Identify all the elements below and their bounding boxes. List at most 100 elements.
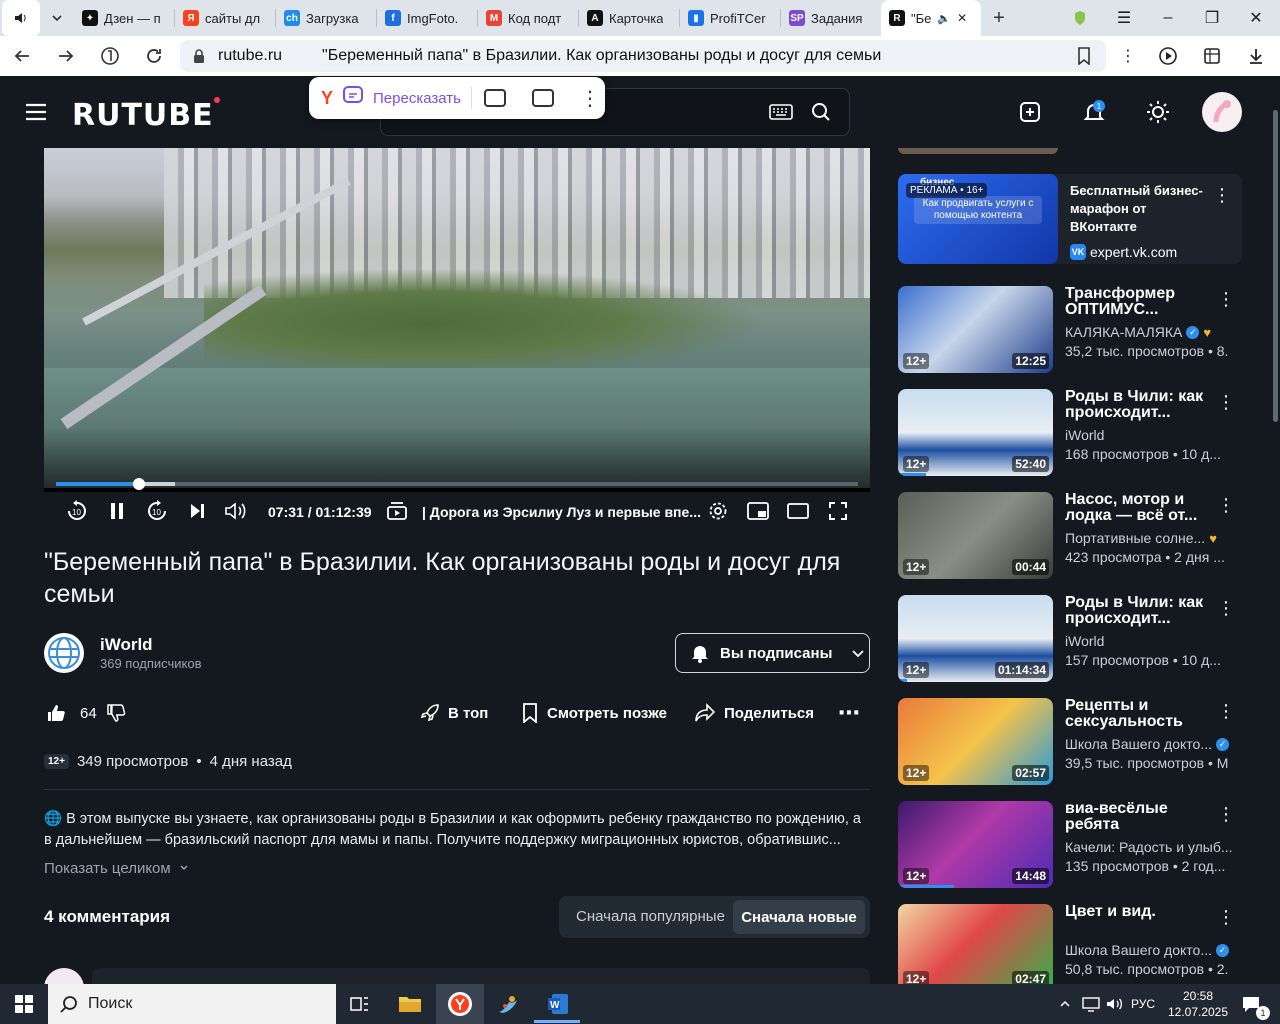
back-button[interactable]	[0, 36, 44, 76]
browser-tab[interactable]: f ImgFoto.	[377, 0, 477, 36]
recommendation-card[interactable]: 12+ 01:14:34 Роды в Чили: как происходит..…	[898, 595, 1248, 685]
recommendation-title[interactable]: Роды в Чили: как происходит...	[1065, 595, 1215, 627]
ad-card[interactable]: бизнес Как продвигать услуги с помощью к…	[898, 174, 1242, 264]
browser-tab[interactable]: M Код подт	[478, 0, 578, 36]
previous-recommendation-thumb[interactable]	[898, 148, 1058, 154]
recommendation-card[interactable]: 12+ 00:44 Насос, мотор и лодка — всё от...…	[898, 492, 1248, 582]
paint-icon[interactable]	[484, 984, 532, 1024]
media-play-icon[interactable]	[1146, 36, 1190, 76]
theater-mode-icon[interactable]	[786, 496, 810, 526]
recommendation-thumbnail[interactable]: 12+ 01:14:34	[898, 595, 1053, 682]
page-menu-icon[interactable]: ⋮	[1106, 36, 1150, 76]
tab-audio-icon[interactable]	[2, 0, 40, 36]
picture-in-picture-icon[interactable]	[531, 89, 554, 107]
video-frame[interactable]	[44, 148, 870, 490]
recommendation-card[interactable]: 12+ 52:40 Роды в Чили: как происходит... iW…	[898, 389, 1248, 479]
recommendation-thumbnail[interactable]: 12+ 02:57	[898, 698, 1053, 785]
taskbar-search-input[interactable]: Поиск	[48, 984, 336, 1024]
retell-button[interactable]: Пересказать	[373, 90, 461, 107]
rewind-10-icon[interactable]: 10	[64, 496, 90, 526]
subtitles-icon[interactable]	[483, 89, 506, 107]
settings-gear-icon[interactable]	[706, 496, 730, 526]
recommendation-channel[interactable]: iWorld	[1065, 633, 1245, 649]
share-button[interactable]: Поделиться	[694, 700, 814, 726]
extensions-icon[interactable]	[1190, 36, 1234, 76]
task-view-icon[interactable]	[336, 984, 384, 1024]
show-all-button[interactable]: Показать целиком	[44, 860, 189, 877]
like-button[interactable]: 64	[46, 700, 97, 726]
browser-menu-icon[interactable]: ☰	[1102, 0, 1146, 36]
forward-10-icon[interactable]: 10	[144, 496, 170, 526]
browser-tab[interactable]: SP Задания	[781, 0, 881, 36]
channel-avatar[interactable]	[44, 633, 84, 673]
upload-icon[interactable]	[1016, 98, 1044, 126]
ad-more-icon[interactable]: ⋮	[1213, 184, 1231, 206]
channel-name[interactable]: iWorld	[100, 635, 153, 655]
speaker-icon[interactable]	[1104, 984, 1126, 1024]
chapters-icon[interactable]	[384, 496, 410, 526]
next-video-icon[interactable]	[184, 496, 210, 526]
browser-tab[interactable]: ✦ Дзен — п	[74, 0, 174, 36]
recommendation-more-icon[interactable]: ⋮	[1217, 803, 1235, 825]
forward-button[interactable]	[44, 36, 88, 76]
minimize-button[interactable]: –	[1146, 0, 1190, 36]
progress-scrub-handle[interactable]	[132, 478, 145, 490]
subscribe-button[interactable]: Вы подписаны	[675, 633, 870, 673]
user-avatar[interactable]	[1202, 92, 1242, 132]
yandex-browser-taskbar-icon[interactable]	[436, 984, 484, 1024]
to-top-button[interactable]: В топ	[420, 700, 488, 726]
recommendation-title[interactable]: виа-весёлые ребята	[1065, 801, 1215, 833]
search-icon[interactable]	[808, 100, 834, 124]
fullscreen-icon[interactable]	[826, 496, 850, 526]
browser-tab[interactable]: Ясайты дл	[175, 0, 275, 36]
reload-button[interactable]	[132, 36, 176, 76]
recommendation-thumbnail[interactable]: 12+ 14:48	[898, 801, 1053, 888]
ad-thumbnail[interactable]: бизнес Как продвигать услуги с помощью к…	[898, 174, 1058, 264]
browser-tab[interactable]: ▮ ProfiTCer	[680, 0, 780, 36]
recommendation-card[interactable]: 12+ 12:25 Трансформер ОПТИМУС... КАЛЯКА-МАЛ…	[898, 286, 1248, 376]
theme-toggle-sun-icon[interactable]	[1144, 98, 1172, 126]
word-icon[interactable]: W	[534, 984, 582, 1024]
recommendation-more-icon[interactable]: ⋮	[1217, 391, 1235, 413]
new-tab-button[interactable]: +	[981, 0, 1017, 36]
video-progress-bar[interactable]	[56, 478, 858, 490]
downloads-icon[interactable]	[1234, 36, 1278, 76]
protect-icon[interactable]	[1058, 0, 1102, 36]
recommendation-more-icon[interactable]: ⋮	[1217, 494, 1235, 516]
tab-audio-playing-icon[interactable]: 🔈	[937, 12, 951, 25]
video-player[interactable]: 10 10 07:31 / 01:12:39 | Дорога из Эрсил…	[44, 148, 870, 530]
ad-source[interactable]: VK expert.vk.com	[1070, 244, 1177, 260]
recommendation-channel[interactable]: КАЛЯКА-МАЛЯКА ✓ ♥	[1065, 324, 1245, 340]
volume-icon[interactable]	[222, 496, 250, 526]
tab-list-chevron-icon[interactable]	[40, 0, 74, 36]
more-actions-icon[interactable]: ⋯	[838, 700, 860, 726]
recommendation-title[interactable]: Цвет и вид.	[1065, 904, 1215, 920]
page-scrollbar-thumb[interactable]	[1273, 110, 1278, 422]
recommendation-thumbnail[interactable]: 12+ 02:47	[898, 904, 1053, 991]
recommendation-title[interactable]: Трансформер ОПТИМУС...	[1065, 286, 1215, 318]
recommendation-channel[interactable]: Школа Вашего докто... ✓	[1065, 942, 1245, 958]
recommendation-channel[interactable]: Портативные солне... ♥	[1065, 530, 1245, 546]
recommendation-title[interactable]: Насос, мотор и лодка — всё от...	[1065, 492, 1215, 524]
recommendation-card[interactable]: 12+ 02:47 Цвет и вид. Школа Вашего докто...…	[898, 904, 1248, 994]
yandex-home-icon[interactable]	[88, 36, 132, 76]
maximize-button[interactable]: ❐	[1190, 0, 1234, 36]
recommendation-card[interactable]: 12+ 02:57 Рецепты и сексуальность Школа Ваш…	[898, 698, 1248, 788]
browser-tab[interactable]: A Карточка	[579, 0, 679, 36]
clock[interactable]: 20:58 12.07.2025	[1168, 984, 1228, 1024]
yandex-icon[interactable]: Y	[321, 88, 333, 109]
player-chapter-title[interactable]: | Дорога из Эрсилиу Луз и первые впе...	[422, 504, 701, 520]
keyboard-icon[interactable]	[768, 100, 794, 124]
tray-chevron-icon[interactable]	[1056, 984, 1074, 1024]
browser-tab[interactable]: ch Загрузка	[276, 0, 376, 36]
dislike-button[interactable]	[106, 700, 126, 726]
close-window-button[interactable]: ✕	[1234, 0, 1278, 36]
recommendation-thumbnail[interactable]: 12+ 12:25	[898, 286, 1053, 373]
file-explorer-icon[interactable]	[386, 984, 434, 1024]
recommendation-title[interactable]: Рецепты и сексуальность	[1065, 698, 1215, 730]
recommendation-channel[interactable]: Качели: Радость и улыб...	[1065, 839, 1245, 855]
network-icon[interactable]	[1080, 984, 1102, 1024]
recommendation-thumbnail[interactable]: 12+ 52:40	[898, 389, 1053, 476]
tab-close-icon[interactable]: ✕	[957, 11, 967, 25]
recommendation-more-icon[interactable]: ⋮	[1217, 597, 1235, 619]
